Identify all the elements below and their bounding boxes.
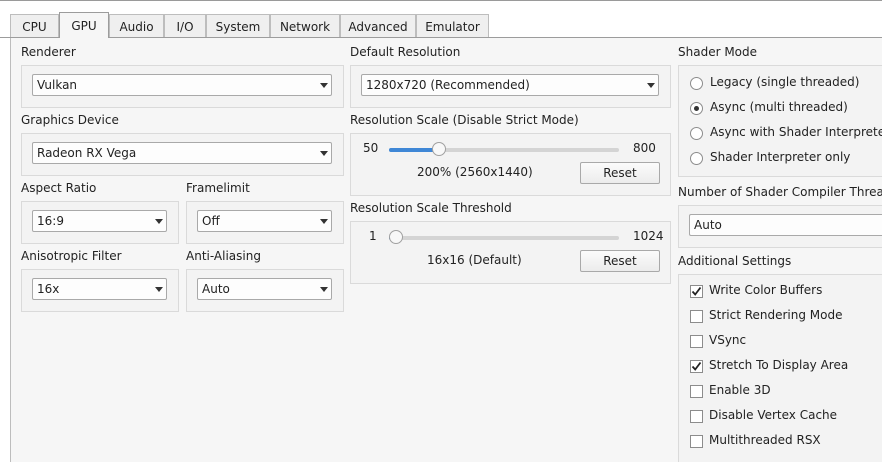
default-resolution-select[interactable]: 1280x720 (Recommended) bbox=[361, 74, 659, 96]
framelimit-label: Framelimit bbox=[186, 181, 250, 195]
checkbox-label: Disable Vertex Cache bbox=[709, 408, 838, 422]
strict-rendering-mode-checkbox[interactable] bbox=[690, 310, 703, 323]
chevron-down-icon bbox=[317, 143, 331, 163]
tab-label: Emulator bbox=[425, 19, 480, 34]
checkmark-icon bbox=[691, 361, 702, 371]
write-color-buffers-checkbox[interactable] bbox=[690, 285, 703, 298]
tab-label: CPU bbox=[22, 19, 47, 34]
resolution-scale-slider-handle[interactable] bbox=[432, 142, 446, 156]
renderer-label: Renderer bbox=[21, 45, 76, 59]
reset-button-label: Reset bbox=[603, 166, 637, 180]
tab-label: GPU bbox=[71, 18, 97, 33]
anisotropic-filter-label: Anisotropic Filter bbox=[21, 249, 122, 263]
resolution-scale-value: 200% (2560x1440) bbox=[417, 165, 533, 179]
resolution-scale-threshold-reset-button[interactable]: Reset bbox=[580, 250, 660, 272]
default-resolution-label: Default Resolution bbox=[350, 45, 461, 59]
resolution-scale-max: 800 bbox=[633, 141, 656, 155]
tab-label: System bbox=[215, 19, 261, 34]
renderer-value: Vulkan bbox=[37, 78, 78, 92]
vsync-checkbox[interactable] bbox=[690, 335, 703, 348]
resolution-scale-threshold-max: 1024 bbox=[633, 229, 664, 243]
stretch-to-display-area-checkbox[interactable] bbox=[690, 360, 703, 373]
aspect-ratio-select[interactable]: 16:9 bbox=[32, 210, 167, 232]
multithreaded-rsx-checkbox[interactable] bbox=[690, 435, 703, 448]
shader-mode-interpreter-only-radio[interactable] bbox=[690, 152, 703, 165]
tab-emulator[interactable]: Emulator bbox=[416, 14, 489, 38]
resolution-scale-label: Resolution Scale (Disable Strict Mode) bbox=[350, 113, 579, 127]
aspect-ratio-value: 16:9 bbox=[37, 214, 64, 228]
resolution-scale-reset-button[interactable]: Reset bbox=[580, 162, 660, 184]
graphics-device-select[interactable]: Radeon RX Vega bbox=[32, 142, 332, 164]
tab-label: Network bbox=[279, 19, 331, 34]
resolution-scale-slider[interactable] bbox=[389, 142, 619, 156]
checkmark-icon bbox=[691, 286, 702, 296]
shader-compiler-threads-select[interactable]: Auto bbox=[689, 214, 882, 236]
renderer-select[interactable]: Vulkan bbox=[32, 74, 332, 96]
resolution-scale-threshold-slider-handle[interactable] bbox=[389, 230, 403, 244]
tab-label: Audio bbox=[119, 19, 154, 34]
checkbox-label: Enable 3D bbox=[709, 383, 771, 397]
tab-cpu[interactable]: CPU bbox=[10, 14, 59, 38]
chevron-down-icon bbox=[317, 211, 331, 231]
resolution-scale-min: 50 bbox=[363, 141, 379, 155]
tab-io[interactable]: I/O bbox=[164, 14, 206, 38]
shader-mode-async-radio[interactable] bbox=[690, 102, 703, 115]
shader-mode-option-label: Async with Shader Interpreter bbox=[710, 125, 882, 139]
anisotropic-filter-select[interactable]: 16x bbox=[32, 278, 167, 300]
anisotropic-filter-value: 16x bbox=[37, 282, 60, 296]
checkbox-label: VSync bbox=[709, 333, 747, 347]
tab-system[interactable]: System bbox=[206, 14, 270, 38]
resolution-scale-threshold-slider[interactable] bbox=[389, 230, 619, 244]
checkbox-label: Multithreaded RSX bbox=[709, 433, 821, 447]
disable-vertex-cache-checkbox[interactable] bbox=[690, 410, 703, 423]
shader-compiler-threads-label: Number of Shader Compiler Threads bbox=[678, 185, 882, 199]
checkbox-label: Write Color Buffers bbox=[709, 283, 823, 297]
shader-mode-option-label: Async (multi threaded) bbox=[710, 100, 848, 114]
shader-compiler-threads-value: Auto bbox=[694, 218, 722, 232]
enable-3d-checkbox[interactable] bbox=[690, 385, 703, 398]
chevron-down-icon bbox=[317, 279, 331, 299]
tab-underline bbox=[0, 37, 882, 38]
checkbox-label: Stretch To Display Area bbox=[709, 358, 849, 372]
shader-mode-label: Shader Mode bbox=[678, 45, 758, 59]
tab-audio[interactable]: Audio bbox=[109, 14, 164, 38]
shader-mode-option-label: Shader Interpreter only bbox=[710, 150, 851, 164]
additional-settings-label: Additional Settings bbox=[678, 254, 792, 268]
tab-advanced[interactable]: Advanced bbox=[340, 14, 416, 38]
chevron-down-icon bbox=[644, 75, 658, 95]
tab-label: Advanced bbox=[348, 19, 408, 34]
anti-aliasing-label: Anti-Aliasing bbox=[186, 249, 261, 263]
resolution-scale-threshold-label: Resolution Scale Threshold bbox=[350, 201, 512, 215]
tab-label: I/O bbox=[176, 19, 194, 34]
aspect-ratio-label: Aspect Ratio bbox=[21, 181, 97, 195]
anti-aliasing-select[interactable]: Auto bbox=[197, 278, 332, 300]
framelimit-value: Off bbox=[202, 214, 220, 228]
resolution-scale-threshold-min: 1 bbox=[369, 229, 377, 243]
anti-aliasing-value: Auto bbox=[202, 282, 230, 296]
chevron-down-icon bbox=[317, 75, 331, 95]
resolution-scale-threshold-value: 16x16 (Default) bbox=[427, 253, 522, 267]
reset-button-label: Reset bbox=[603, 254, 637, 268]
shader-mode-option-label: Legacy (single threaded) bbox=[710, 75, 860, 89]
default-resolution-value: 1280x720 (Recommended) bbox=[366, 78, 530, 92]
shader-mode-async-interpreter-radio[interactable] bbox=[690, 127, 703, 140]
graphics-device-value: Radeon RX Vega bbox=[37, 146, 137, 160]
tab-gpu[interactable]: GPU bbox=[59, 12, 109, 38]
checkbox-label: Strict Rendering Mode bbox=[709, 308, 843, 322]
tab-network[interactable]: Network bbox=[270, 14, 340, 38]
shader-mode-legacy-radio[interactable] bbox=[690, 77, 703, 90]
chevron-down-icon bbox=[152, 279, 166, 299]
framelimit-select[interactable]: Off bbox=[197, 210, 332, 232]
tab-bar: CPU GPU Audio I/O System Network Advance… bbox=[0, 0, 882, 38]
chevron-down-icon bbox=[152, 211, 166, 231]
graphics-device-label: Graphics Device bbox=[21, 113, 119, 127]
